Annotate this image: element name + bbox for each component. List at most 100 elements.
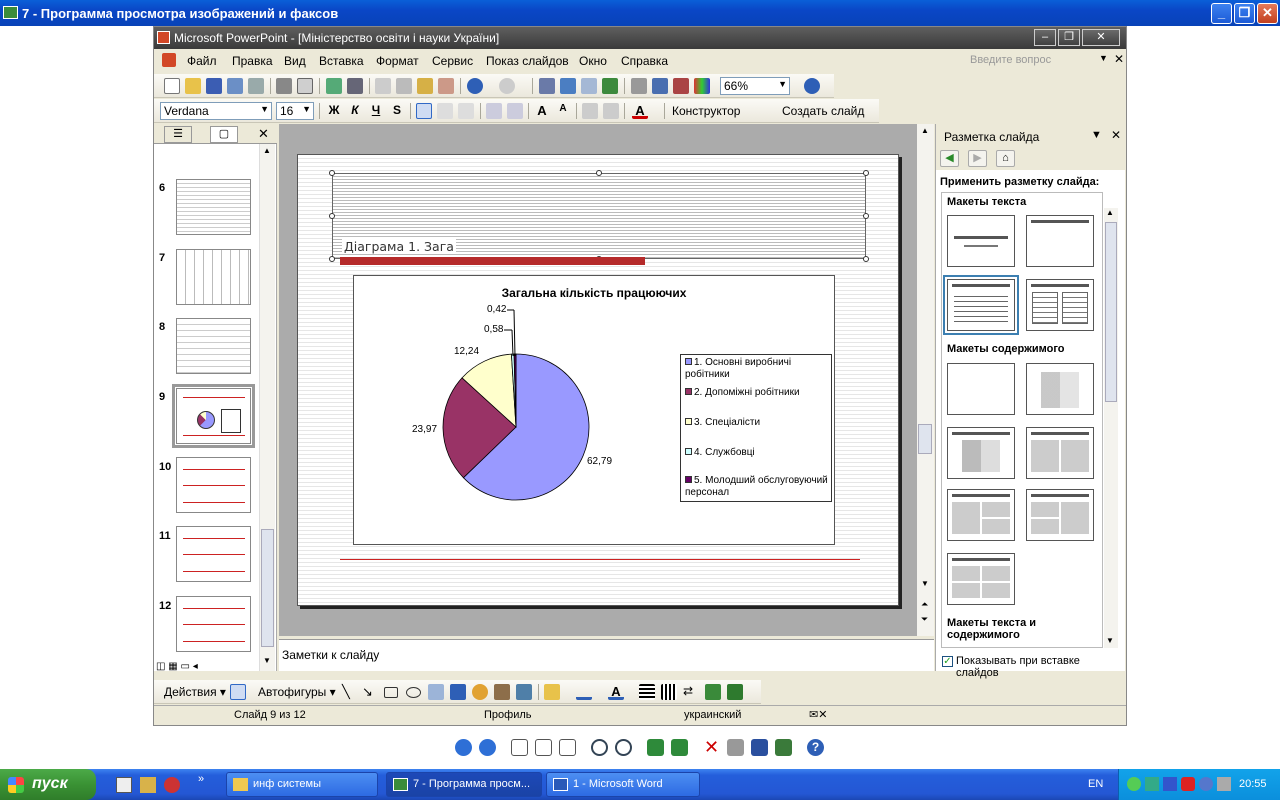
spelling-icon[interactable] [326,78,342,94]
design-button[interactable]: Конструктор [672,104,740,118]
menu-tools[interactable]: Сервис [432,54,473,68]
menu-help[interactable]: Справка [621,54,668,68]
minimize-button[interactable]: _ [1211,3,1232,24]
next-slide-icon[interactable]: ⏷ [921,614,928,625]
menu-format[interactable]: Формат [376,54,419,68]
close-doc-icon[interactable]: ✕ [1114,52,1124,66]
arrow-icon[interactable]: ↘ [362,684,378,700]
tray-app-icon[interactable] [1145,777,1159,791]
slides-tab[interactable]: ▢ [210,126,238,143]
color-icon[interactable] [694,78,710,94]
open-icon[interactable] [185,78,201,94]
draw-font-color-icon[interactable]: A [608,684,624,700]
help-icon[interactable] [804,78,820,94]
slide-thumbnail-6[interactable] [176,179,251,235]
quicklaunch-more-icon[interactable]: » [198,773,204,785]
menu-window[interactable]: Окно [579,54,607,68]
slideshow-icon[interactable] [559,739,576,756]
select-pointer-icon[interactable] [230,684,246,700]
tray-update-icon[interactable] [1199,777,1213,791]
align-center-icon[interactable] [437,103,453,119]
font-color-button[interactable]: A [632,103,648,119]
insert-chart-icon[interactable] [539,78,555,94]
edit-image-icon[interactable] [775,739,792,756]
doc-icon[interactable] [162,53,176,67]
slide-thumbnail-11[interactable] [176,526,251,582]
quicklaunch-explorer-icon[interactable] [140,777,156,793]
expand-all-icon[interactable] [631,78,647,94]
research-icon[interactable] [347,78,363,94]
align-left-icon[interactable] [416,103,432,119]
align-right-icon[interactable] [458,103,474,119]
quicklaunch-desktop-icon[interactable] [116,777,132,793]
zoom-out-icon[interactable] [615,739,632,756]
tray-network-icon[interactable] [1127,777,1141,791]
format-painter-icon[interactable] [438,78,454,94]
menu-slideshow[interactable]: Показ слайдов [486,54,569,68]
task-pane-menu-icon[interactable]: ▼ [1091,129,1102,141]
fill-color-icon[interactable] [544,684,560,700]
layout-title-only[interactable] [1026,215,1094,267]
redo-icon[interactable] [499,78,515,94]
hyperlink-icon[interactable] [602,78,618,94]
show-on-insert-checkbox[interactable]: ✓ [942,656,953,667]
start-button[interactable]: пуск [0,769,96,800]
slide-title[interactable]: Діаграма 1. Зага [342,239,456,254]
forward-icon[interactable]: ▶ [968,150,987,167]
task-pane-scrollbar[interactable]: ▲ ▼ [1104,208,1118,648]
picture-icon[interactable] [516,684,532,700]
wordart-icon[interactable] [450,684,466,700]
menu-file[interactable]: Файл [187,54,217,68]
undo-icon[interactable] [467,78,483,94]
textbox-icon[interactable] [428,684,444,700]
taskbar-item-viewer[interactable]: 7 - Программа просм... [386,772,542,797]
increase-font-button[interactable]: A [534,103,550,119]
italic-button[interactable]: К [347,103,363,119]
outline-tab[interactable]: ☰ [164,126,192,143]
task-pane-close-icon[interactable]: ✕ [1111,128,1121,142]
zoom-in-icon[interactable] [591,739,608,756]
normal-view-icon[interactable]: ◫ [156,661,165,672]
bold-button[interactable]: Ж [326,103,342,119]
underline-button[interactable]: Ч [368,103,384,119]
print-preview-icon[interactable] [297,78,313,94]
rotate-cw-icon[interactable] [647,739,664,756]
ask-dropdown-icon[interactable]: ▼ [1099,53,1108,63]
insert-table-icon[interactable] [560,78,576,94]
layout-title-slide[interactable] [947,215,1015,267]
chart[interactable]: Загальна кількість працюючих 1. Основні … [353,275,835,545]
dash-style-icon[interactable] [661,684,677,700]
ppt-restore-button[interactable]: ❐ [1058,29,1080,46]
sorter-view-icon[interactable]: ▦ [168,661,177,672]
email-icon[interactable] [248,78,264,94]
back-icon[interactable]: ◀ [940,150,959,167]
slideshow-view-icon[interactable]: ▭ [180,661,189,672]
menu-view[interactable]: Вид [284,54,306,68]
save-icon[interactable] [206,78,222,94]
layout-title-content-over[interactable] [947,489,1015,541]
color-grayscale-icon[interactable] [673,78,689,94]
best-fit-icon[interactable] [511,739,528,756]
notes-pane[interactable]: Заметки к слайду [279,639,934,671]
viewer-help-icon[interactable]: ? [807,739,824,756]
numbering-icon[interactable] [486,103,502,119]
slide-thumbnail-7[interactable] [176,249,251,305]
paste-icon[interactable] [417,78,433,94]
ppt-close-button[interactable]: ✕ [1082,29,1120,46]
menu-edit[interactable]: Правка [232,54,273,68]
layout-title-text[interactable] [943,275,1019,335]
oval-icon[interactable] [406,687,421,698]
menu-insert[interactable]: Вставка [319,54,364,68]
ppt-minimize-button[interactable]: – [1034,29,1056,46]
close-panel-icon[interactable]: ✕ [258,126,269,142]
rotate-ccw-icon[interactable] [671,739,688,756]
slide-thumbnail-10[interactable] [176,457,251,513]
home-icon[interactable]: ⌂ [996,150,1015,167]
autoshapes-menu[interactable]: Автофигуры ▾ [258,685,336,699]
taskbar-item-folder[interactable]: инф системы [226,772,378,797]
diagram-icon[interactable] [472,684,488,700]
tray-volume-icon[interactable] [1217,777,1231,791]
arrow-style-icon[interactable]: ⇄ [683,684,699,700]
decrease-indent-icon[interactable] [582,103,598,119]
slide-thumbnail-12[interactable] [176,596,251,652]
